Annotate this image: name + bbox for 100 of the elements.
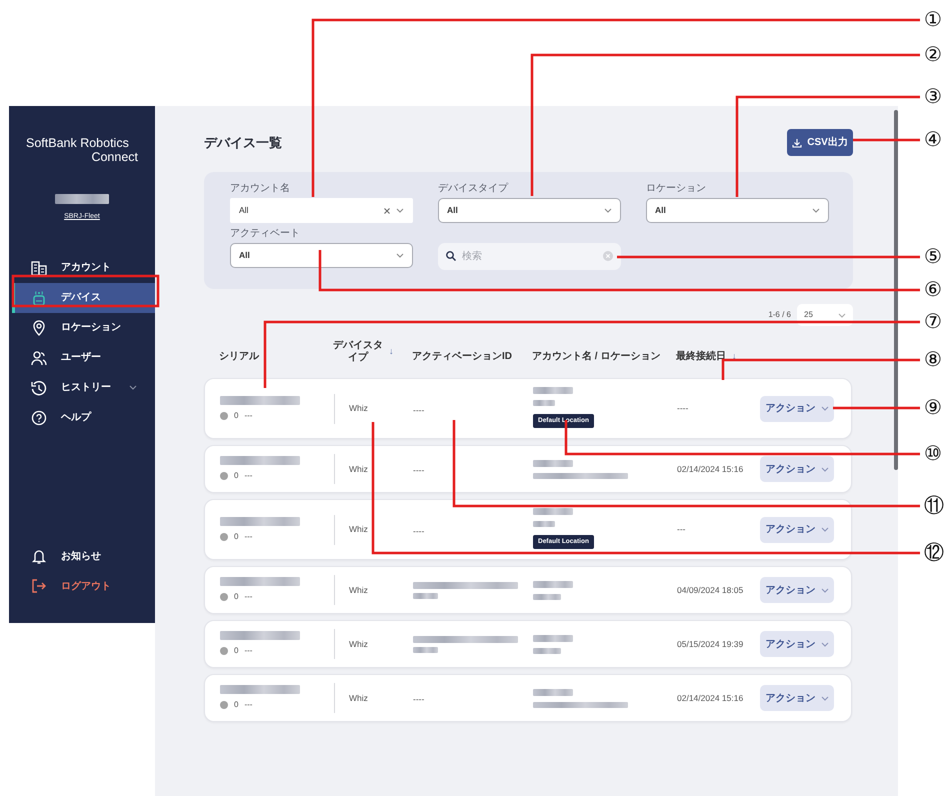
annotation-number: ⑧ [924, 348, 942, 370]
annotation-number: ④ [924, 128, 942, 150]
status-text: --- [244, 645, 252, 657]
last-connected: ---- [677, 402, 690, 415]
chevron-down-icon [838, 312, 846, 318]
chevron-down-icon [812, 208, 820, 213]
action-button[interactable]: アクション [760, 456, 834, 482]
status-dot [220, 647, 228, 655]
action-button[interactable]: アクション [760, 577, 834, 603]
status-count: 0 [234, 530, 238, 542]
redacted-text [533, 387, 573, 394]
annotation-number: ⑪ [924, 494, 944, 516]
sidebar-item[interactable]: ヘルプ [12, 402, 155, 432]
chevron-down-icon [396, 253, 404, 258]
clear-icon [603, 251, 613, 261]
bell-icon [31, 548, 47, 564]
pagination-range: 1-6 / 6 [768, 309, 791, 321]
location-pin-icon [31, 320, 47, 336]
last-connected: 02/14/2024 15:16 [677, 462, 744, 476]
chevron-down-icon [820, 466, 828, 472]
download-icon [792, 138, 802, 148]
action-button[interactable]: アクション [760, 396, 834, 422]
status-count: 0 [234, 699, 238, 711]
csv-export-button[interactable]: CSV出力 [787, 129, 853, 156]
status-count: 0 [234, 591, 238, 603]
select-field[interactable]: All [230, 243, 413, 268]
redacted-text [533, 521, 555, 527]
logout-icon [31, 578, 47, 594]
status-dot [220, 701, 228, 709]
redacted-text [533, 460, 573, 466]
annotation-number: ② [924, 43, 942, 65]
device-type: Whiz [349, 523, 368, 536]
brand-subtitle: Connect [90, 150, 138, 164]
device-type: Whiz [349, 462, 368, 476]
select-field[interactable]: All [646, 198, 829, 223]
history-icon [31, 380, 47, 396]
chevron-down-icon [604, 208, 612, 213]
activation-id: ---- [413, 465, 424, 475]
sidebar-item[interactable]: ユーザー [12, 342, 155, 372]
sidebar-item[interactable]: お知らせ [12, 541, 155, 571]
scrollbar-thumb[interactable] [894, 110, 898, 470]
sort-arrow[interactable]: ↓ [389, 345, 394, 359]
search-field[interactable]: 検索 [438, 243, 621, 270]
last-connected: 02/14/2024 15:16 [677, 692, 744, 704]
redacted-text [533, 594, 561, 600]
building-icon [31, 260, 47, 276]
status-text: --- [244, 470, 252, 482]
field-label: アカウント名 [230, 182, 291, 196]
sidebar-item[interactable]: デバイス [12, 282, 155, 312]
status-dot [220, 532, 228, 540]
action-button[interactable]: アクション [760, 631, 834, 657]
column-header: アクティベーションID [412, 350, 512, 364]
select-field[interactable]: All [438, 198, 621, 223]
sort-arrow[interactable]: ↓ [732, 350, 736, 364]
field-label: ロケーション [646, 182, 707, 196]
annotation-number: ⑫ [924, 541, 944, 563]
annotation-number: ⑨ [924, 396, 942, 418]
users-icon [31, 350, 47, 366]
clear-icon [384, 208, 390, 214]
chevron-down-icon [129, 385, 137, 390]
select-field[interactable]: All [230, 198, 413, 223]
logout-button[interactable]: ログアウト [12, 571, 155, 601]
status-dot [220, 412, 228, 420]
column-header: デバイスタイプ [333, 340, 383, 364]
annotation-number: ③ [924, 85, 942, 107]
action-button[interactable]: アクション [760, 516, 834, 542]
chevron-down-icon [820, 696, 828, 700]
redacted-text [533, 688, 573, 696]
column-header: アカウント名 / ロケーション [532, 350, 660, 364]
status-count: 0 [234, 470, 238, 482]
annotation-number: ⑤ [924, 245, 942, 267]
help-icon [31, 410, 47, 426]
chevron-down-icon [820, 527, 828, 532]
device-type: Whiz [349, 638, 368, 650]
status-count: 0 [234, 410, 238, 422]
status-dot [220, 593, 228, 601]
redacted-text [55, 194, 109, 204]
status-text: --- [244, 699, 252, 711]
sidebar-item[interactable]: ロケーション [12, 312, 155, 342]
status-text: --- [244, 410, 252, 422]
chevron-down-icon [820, 588, 828, 592]
field-label: デバイスタイプ [438, 182, 510, 196]
chevron-down-icon [820, 642, 828, 646]
activation-id: ---- [413, 404, 424, 414]
device-type: Whiz [349, 402, 368, 415]
action-button[interactable]: アクション [760, 685, 834, 711]
field-label: アクティベート [230, 227, 301, 241]
redacted-text [533, 400, 555, 406]
last-connected: 05/15/2024 19:39 [677, 638, 744, 650]
redacted-text [533, 648, 561, 654]
last-connected: 04/09/2024 18:05 [677, 584, 744, 596]
device-type: Whiz [349, 692, 368, 704]
sidebar-item[interactable]: ヒストリー [12, 372, 155, 402]
redacted-text [533, 634, 573, 642]
status-text: --- [244, 530, 252, 542]
sidebar-item[interactable]: アカウント [12, 252, 155, 282]
annotation-number: ⑩ [924, 442, 942, 464]
brand-name: SoftBank Robotics [26, 136, 130, 150]
redacted-text [413, 592, 438, 598]
redacted-text [413, 646, 438, 652]
